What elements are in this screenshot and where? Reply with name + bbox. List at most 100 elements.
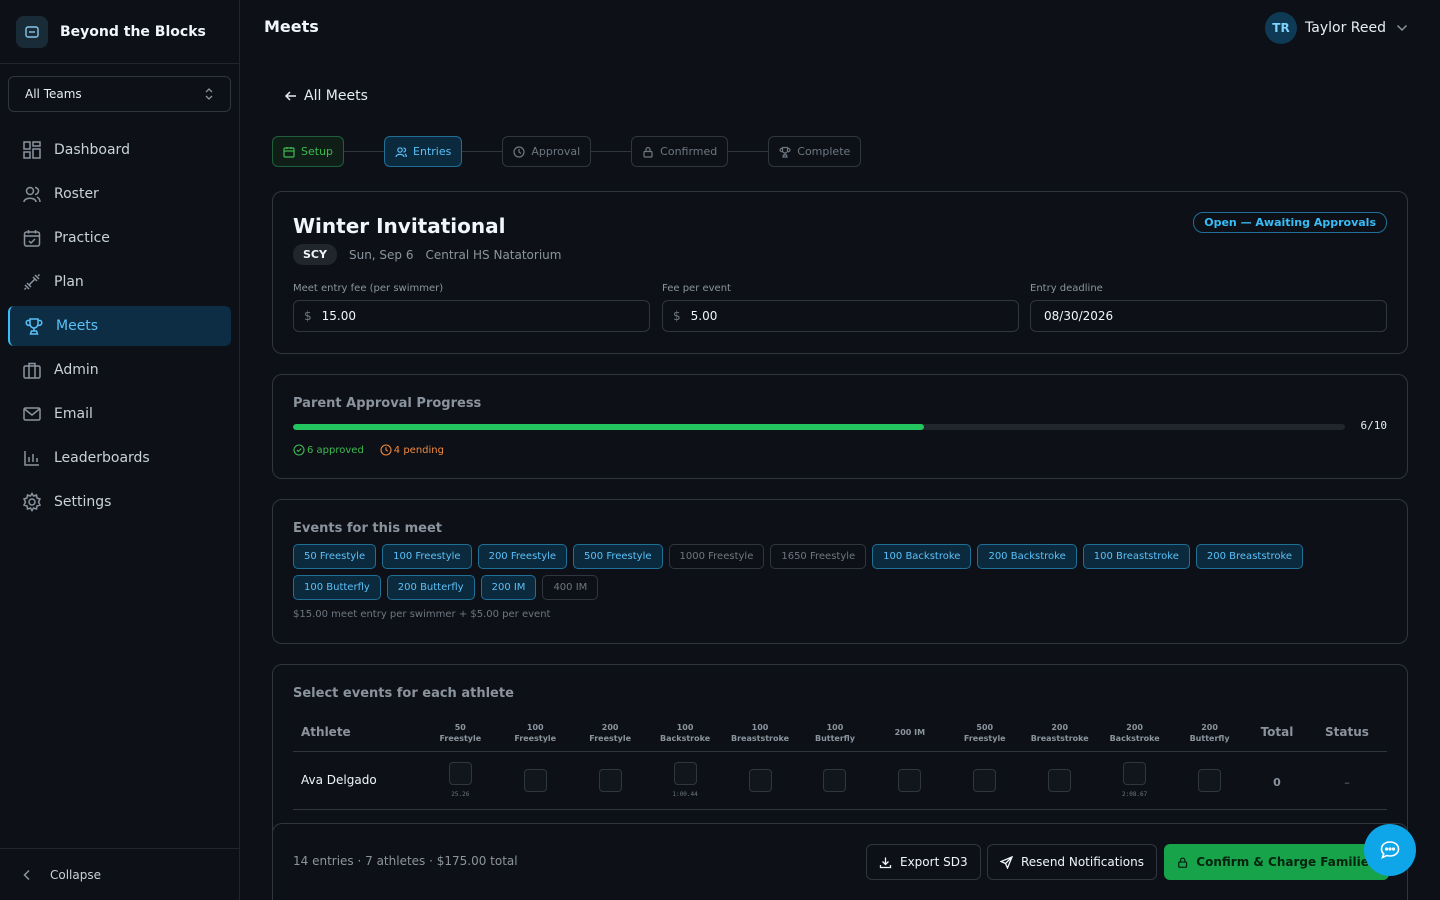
chevron-updown-icon <box>205 88 213 100</box>
event-chip[interactable]: 100 Breaststroke <box>1082 544 1190 569</box>
sidebar-item-roster[interactable]: Roster <box>8 174 231 214</box>
user-menu[interactable]: TR Taylor Reed <box>1265 12 1408 44</box>
step-setup[interactable]: Setup <box>272 136 345 167</box>
event-column-header: 200 Freestyle <box>572 715 648 752</box>
export-sd3-button[interactable]: Export SD3 <box>866 844 981 880</box>
event-column-stroke: Breaststroke <box>731 733 790 743</box>
resend-label: Resend Notifications <box>1021 855 1144 869</box>
event-cell: 2:08.67 <box>1097 751 1173 810</box>
sidebar-item-settings[interactable]: Settings <box>8 482 231 522</box>
event-checkbox[interactable] <box>823 768 847 792</box>
event-column-header: 100 Freestyle <box>497 715 573 752</box>
entry-status: – <box>1344 775 1350 789</box>
gear-icon <box>22 492 42 512</box>
brand-name: Beyond the Blocks <box>60 23 206 40</box>
event-checkbox[interactable] <box>1123 762 1147 785</box>
total-column-header: Total <box>1247 715 1307 752</box>
sidebar-item-email[interactable]: Email <box>8 394 231 434</box>
sidebar-item-plan[interactable]: Plan <box>8 262 231 302</box>
step-confirmed[interactable]: Confirmed <box>631 136 729 167</box>
dashboard-icon <box>23 141 41 159</box>
total-cell: 0 <box>1247 751 1307 810</box>
event-entry: 25.26 <box>423 762 498 798</box>
calendar-icon <box>283 146 295 158</box>
event-cell <box>947 751 1023 810</box>
deadline-input[interactable]: 08/30/2026 <box>1030 300 1387 332</box>
step-connector <box>728 151 769 152</box>
event-chip[interactable]: 200 Freestyle <box>477 544 568 569</box>
event-chip[interactable]: 100 Backstroke <box>872 544 972 569</box>
check-circle-icon <box>293 444 305 456</box>
event-column-distance: 100 <box>526 722 544 732</box>
arrow-left-icon <box>284 91 296 101</box>
sidebar-item-practice[interactable]: Practice <box>8 218 231 258</box>
sidebar-item-meets[interactable]: Meets <box>8 306 231 346</box>
chevron-left-icon <box>23 869 30 880</box>
event-chip[interactable]: 200 Butterfly <box>386 575 475 600</box>
event-checkbox[interactable] <box>448 762 472 785</box>
event-column-distance: 500 <box>976 722 994 732</box>
event-cell: 1:00.44 <box>647 751 723 810</box>
brand[interactable]: Beyond the Blocks <box>0 0 239 64</box>
event-chip[interactable]: 400 IM <box>542 575 599 600</box>
team-select[interactable]: All Teams <box>8 76 231 112</box>
event-column-header: 50 Freestyle <box>422 715 498 752</box>
back-link-label: All Meets <box>304 88 368 104</box>
step-entries[interactable]: Entries <box>384 136 463 167</box>
event-cell <box>797 751 873 810</box>
event-chip[interactable]: 100 Freestyle <box>382 544 472 569</box>
approval-card: Parent Approval Progress 6/10 6 approved… <box>272 374 1408 479</box>
avatar: TR <box>1265 12 1298 44</box>
event-chip[interactable]: 1650 Freestyle <box>770 544 867 569</box>
entry-fee-input[interactable]: $ 15.00 <box>293 300 650 332</box>
step-approval[interactable]: Approval <box>502 136 592 167</box>
event-fee-value: 5.00 <box>690 309 718 323</box>
event-chip[interactable]: 100 Butterfly <box>293 575 381 600</box>
event-checkbox[interactable] <box>973 768 997 792</box>
event-chip[interactable]: 50 Freestyle <box>293 544 377 569</box>
sidebar-item-label: Dashboard <box>54 142 130 158</box>
event-chip[interactable]: 200 Backstroke <box>977 544 1077 569</box>
event-checkbox[interactable] <box>1048 768 1072 792</box>
event-column-stroke: Freestyle <box>439 733 482 743</box>
chat-button[interactable] <box>1364 824 1416 876</box>
event-entry <box>798 768 873 792</box>
collapse-button[interactable]: Collapse <box>0 848 239 900</box>
event-entry: 1:00.44 <box>648 762 723 798</box>
resend-notifications-button[interactable]: Resend Notifications <box>987 844 1157 880</box>
events-title: Events for this meet <box>293 521 443 536</box>
event-column-header: 100 Backstroke <box>647 715 723 752</box>
event-column-stroke: Freestyle <box>589 733 631 743</box>
sidebar-item-dashboard[interactable]: Dashboard <box>8 130 231 170</box>
sidebar-item-admin[interactable]: Admin <box>8 350 231 390</box>
sidebar-item-label: Meets <box>56 318 99 334</box>
event-checkbox[interactable] <box>673 762 697 785</box>
event-column-distance: 200 <box>1051 722 1069 732</box>
event-checkbox[interactable] <box>598 768 622 792</box>
currency-prefix: $ <box>673 309 681 323</box>
sidebar-item-label: Admin <box>54 362 99 378</box>
lock-icon <box>1178 857 1188 868</box>
user-name: Taylor Reed <box>1305 20 1386 36</box>
event-chip[interactable]: 1000 Freestyle <box>668 544 765 569</box>
event-column-distance: 100 <box>826 722 844 732</box>
step-label: Setup <box>301 145 334 158</box>
sidebar-item-leaderboards[interactable]: Leaderboards <box>8 438 231 478</box>
event-chip[interactable]: 200 Breaststroke <box>1195 544 1304 569</box>
event-fee-input[interactable]: $ 5.00 <box>662 300 1019 332</box>
event-checkbox[interactable] <box>1198 768 1222 792</box>
meet-meta: SCY Sun, Sep 6 Central HS Natatorium <box>293 244 573 265</box>
event-checkbox[interactable] <box>523 768 547 792</box>
event-chip[interactable]: 500 Freestyle <box>573 544 663 569</box>
step-complete[interactable]: Complete <box>768 136 862 167</box>
sidebar-item-label: Roster <box>54 186 99 202</box>
confirm-charge-button[interactable]: Confirm & Charge Families <box>1164 844 1389 880</box>
pending-label: 4 pending <box>393 444 444 456</box>
event-checkbox[interactable] <box>898 768 922 792</box>
event-chip[interactable]: 200 IM <box>480 575 537 600</box>
event-entry <box>947 768 1022 792</box>
event-checkbox[interactable] <box>748 768 772 792</box>
back-link[interactable]: All Meets <box>284 88 368 104</box>
status-column-header: Status <box>1306 715 1387 752</box>
entry-total: 0 <box>1273 775 1281 789</box>
